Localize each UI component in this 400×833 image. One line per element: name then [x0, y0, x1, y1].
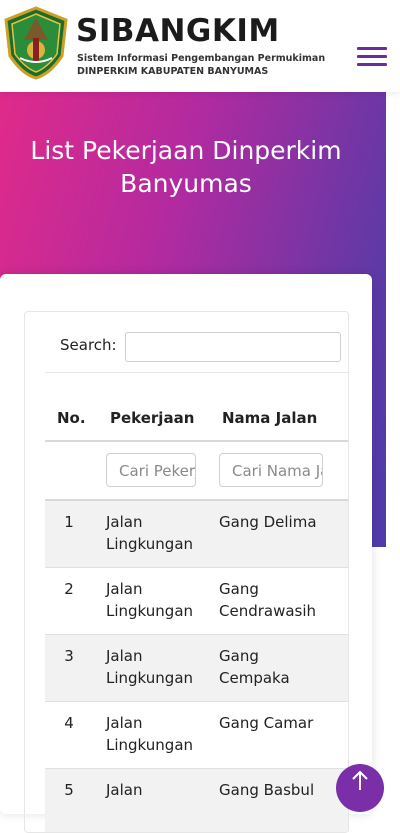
brand-subtitle: Sistem Informasi Pengembangan Permukiman	[77, 53, 326, 64]
divider	[45, 440, 348, 442]
cell-pekerjaan: Jalan Lingkungan	[106, 580, 194, 620]
cell-no: 4	[64, 714, 74, 732]
cell-nama-jalan: Gang Cempaka	[219, 647, 290, 687]
table-row[interactable]: 2 Jalan Lingkungan Gang Cendrawasih	[45, 568, 348, 635]
column-header-no[interactable]: No.	[57, 409, 86, 427]
cell-nama-jalan: Gang Basbul	[219, 781, 315, 799]
content-card: Search: No. Pekerjaan Nama Jalan Cari Pe…	[0, 274, 372, 833]
site-header: SIBANGKIM Sistem Informasi Pengembangan …	[0, 0, 400, 92]
cell-pekerjaan: Jalan Lingkungan	[106, 647, 194, 687]
data-table: Search: No. Pekerjaan Nama Jalan Cari Pe…	[24, 311, 349, 833]
cell-nama-jalan: Gang Camar	[219, 714, 314, 732]
brand-organization: DINPERKIM KABUPATEN BANYUMAS	[77, 66, 269, 77]
cell-no: 3	[64, 647, 74, 665]
search-label: Search:	[60, 336, 117, 354]
cell-pekerjaan: Jalan Lingkungan	[106, 513, 194, 553]
cell-no: 1	[64, 513, 74, 531]
table-row[interactable]: 4 Jalan Lingkungan Gang Camar	[45, 702, 348, 769]
column-header-pekerjaan[interactable]: Pekerjaan	[110, 409, 194, 427]
divider	[45, 372, 348, 373]
cell-pekerjaan: Jalan Lingkungan	[106, 714, 194, 754]
cell-nama-jalan: Gang Cendrawasih	[219, 580, 317, 620]
hamburger-menu-icon[interactable]	[357, 47, 387, 69]
brand-name: SIBANGKIM	[76, 13, 280, 49]
cell-no: 5	[64, 781, 74, 799]
filter-pekerjaan-input[interactable]: Cari Pekerjaan	[106, 453, 196, 487]
search-input[interactable]	[125, 332, 341, 362]
cell-no: 2	[64, 580, 74, 598]
arrow-up-icon	[352, 770, 368, 790]
column-header-nama-jalan[interactable]: Nama Jalan	[222, 409, 317, 427]
cell-pekerjaan: Jalan	[106, 781, 143, 799]
filter-nama-jalan-input[interactable]: Cari Nama Jalan	[219, 453, 323, 487]
cell-nama-jalan: Gang Delima	[219, 513, 317, 531]
table-row[interactable]: 1 Jalan Lingkungan Gang Delima	[45, 501, 348, 568]
page-title: List Pekerjaan Dinperkim Banyumas	[30, 136, 342, 198]
scroll-to-top-button[interactable]	[336, 764, 384, 812]
table-row[interactable]: 5 Jalan Gang Basbul	[45, 769, 348, 832]
table-row[interactable]: 3 Jalan Lingkungan Gang Cempaka	[45, 635, 348, 702]
banyumas-seal-logo[interactable]	[2, 6, 70, 80]
